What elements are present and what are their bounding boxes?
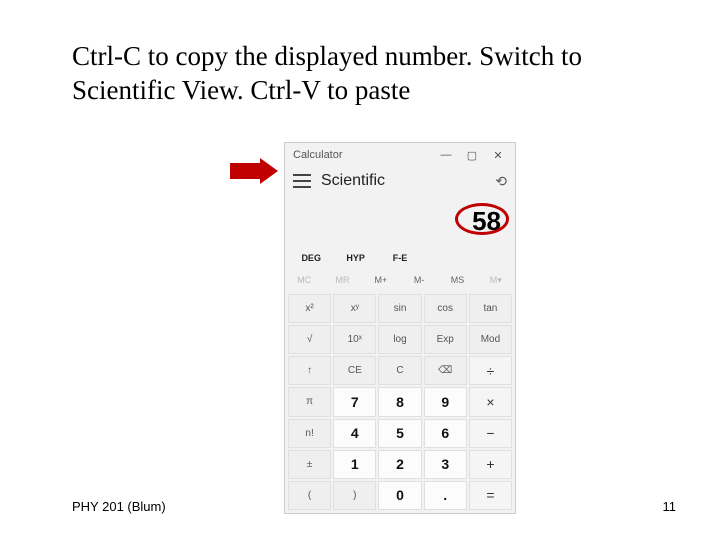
key-exp[interactable]: Exp	[424, 325, 467, 354]
key-decimal[interactable]: .	[424, 481, 467, 510]
slide-title: Ctrl-C to copy the displayed number. Swi…	[72, 40, 652, 108]
minimize-button[interactable]: —	[433, 149, 459, 161]
mode-row: Scientific ⟲	[285, 167, 515, 195]
key-backspace[interactable]: ⌫	[424, 356, 467, 385]
mplus-button[interactable]: M+	[362, 275, 400, 285]
titlebar: Calculator — ▢ ✕	[285, 143, 515, 167]
key-negate[interactable]: ±	[288, 450, 331, 479]
close-button[interactable]: ✕	[485, 149, 511, 162]
ms-button[interactable]: MS	[438, 275, 476, 285]
maximize-button[interactable]: ▢	[459, 149, 485, 162]
calculator-window: Calculator — ▢ ✕ Scientific ⟲ 58 DEG HYP…	[284, 142, 516, 514]
key-plus[interactable]: +	[469, 450, 512, 479]
memory-row: MC MR M+ M- MS M▾	[285, 269, 515, 291]
key-8[interactable]: 8	[378, 387, 421, 416]
key-10x[interactable]: 10ˣ	[333, 325, 376, 354]
mode-label: Scientific	[321, 172, 495, 190]
key-lparen[interactable]: (	[288, 481, 331, 510]
key-7[interactable]: 7	[333, 387, 376, 416]
key-log[interactable]: log	[378, 325, 421, 354]
display-area: 58	[285, 195, 515, 247]
mminus-button[interactable]: M-	[400, 275, 438, 285]
key-pi[interactable]: π	[288, 387, 331, 416]
key-tan[interactable]: tan	[469, 294, 512, 323]
key-3[interactable]: 3	[424, 450, 467, 479]
key-rparen[interactable]: )	[333, 481, 376, 510]
keypad: x² xʸ sin cos tan √ 10ˣ log Exp Mod ↑ CE…	[285, 291, 515, 513]
key-xpowy[interactable]: xʸ	[333, 294, 376, 323]
key-1[interactable]: 1	[333, 450, 376, 479]
mlist-button[interactable]: M▾	[477, 275, 515, 286]
key-shift[interactable]: ↑	[288, 356, 331, 385]
key-divide[interactable]: ÷	[469, 356, 512, 385]
mr-button[interactable]: MR	[323, 275, 361, 285]
key-0[interactable]: 0	[378, 481, 421, 510]
page-number: 11	[663, 499, 677, 514]
key-c[interactable]: C	[378, 356, 421, 385]
key-9[interactable]: 9	[424, 387, 467, 416]
key-5[interactable]: 5	[378, 419, 421, 448]
angle-toggle-row: DEG HYP F-E	[285, 247, 515, 269]
deg-toggle[interactable]: DEG	[289, 253, 333, 263]
key-ce[interactable]: CE	[333, 356, 376, 385]
key-4[interactable]: 4	[333, 419, 376, 448]
hyp-toggle[interactable]: HYP	[333, 253, 377, 263]
key-multiply[interactable]: ×	[469, 387, 512, 416]
key-equals[interactable]: =	[469, 481, 512, 510]
key-sin[interactable]: sin	[378, 294, 421, 323]
mc-button[interactable]: MC	[285, 275, 323, 285]
key-mod[interactable]: Mod	[469, 325, 512, 354]
key-cos[interactable]: cos	[424, 294, 467, 323]
key-factorial[interactable]: n!	[288, 419, 331, 448]
arrow-pointer	[230, 158, 278, 184]
key-sqrt[interactable]: √	[288, 325, 331, 354]
app-title: Calculator	[289, 149, 433, 161]
history-icon[interactable]: ⟲	[495, 173, 507, 190]
highlight-ellipse	[455, 203, 509, 235]
key-6[interactable]: 6	[424, 419, 467, 448]
key-xsquared[interactable]: x²	[288, 294, 331, 323]
hamburger-icon[interactable]	[293, 174, 311, 188]
footer-course: PHY 201 (Blum)	[72, 499, 166, 514]
fe-toggle[interactable]: F-E	[378, 253, 422, 263]
key-2[interactable]: 2	[378, 450, 421, 479]
key-minus[interactable]: −	[469, 419, 512, 448]
